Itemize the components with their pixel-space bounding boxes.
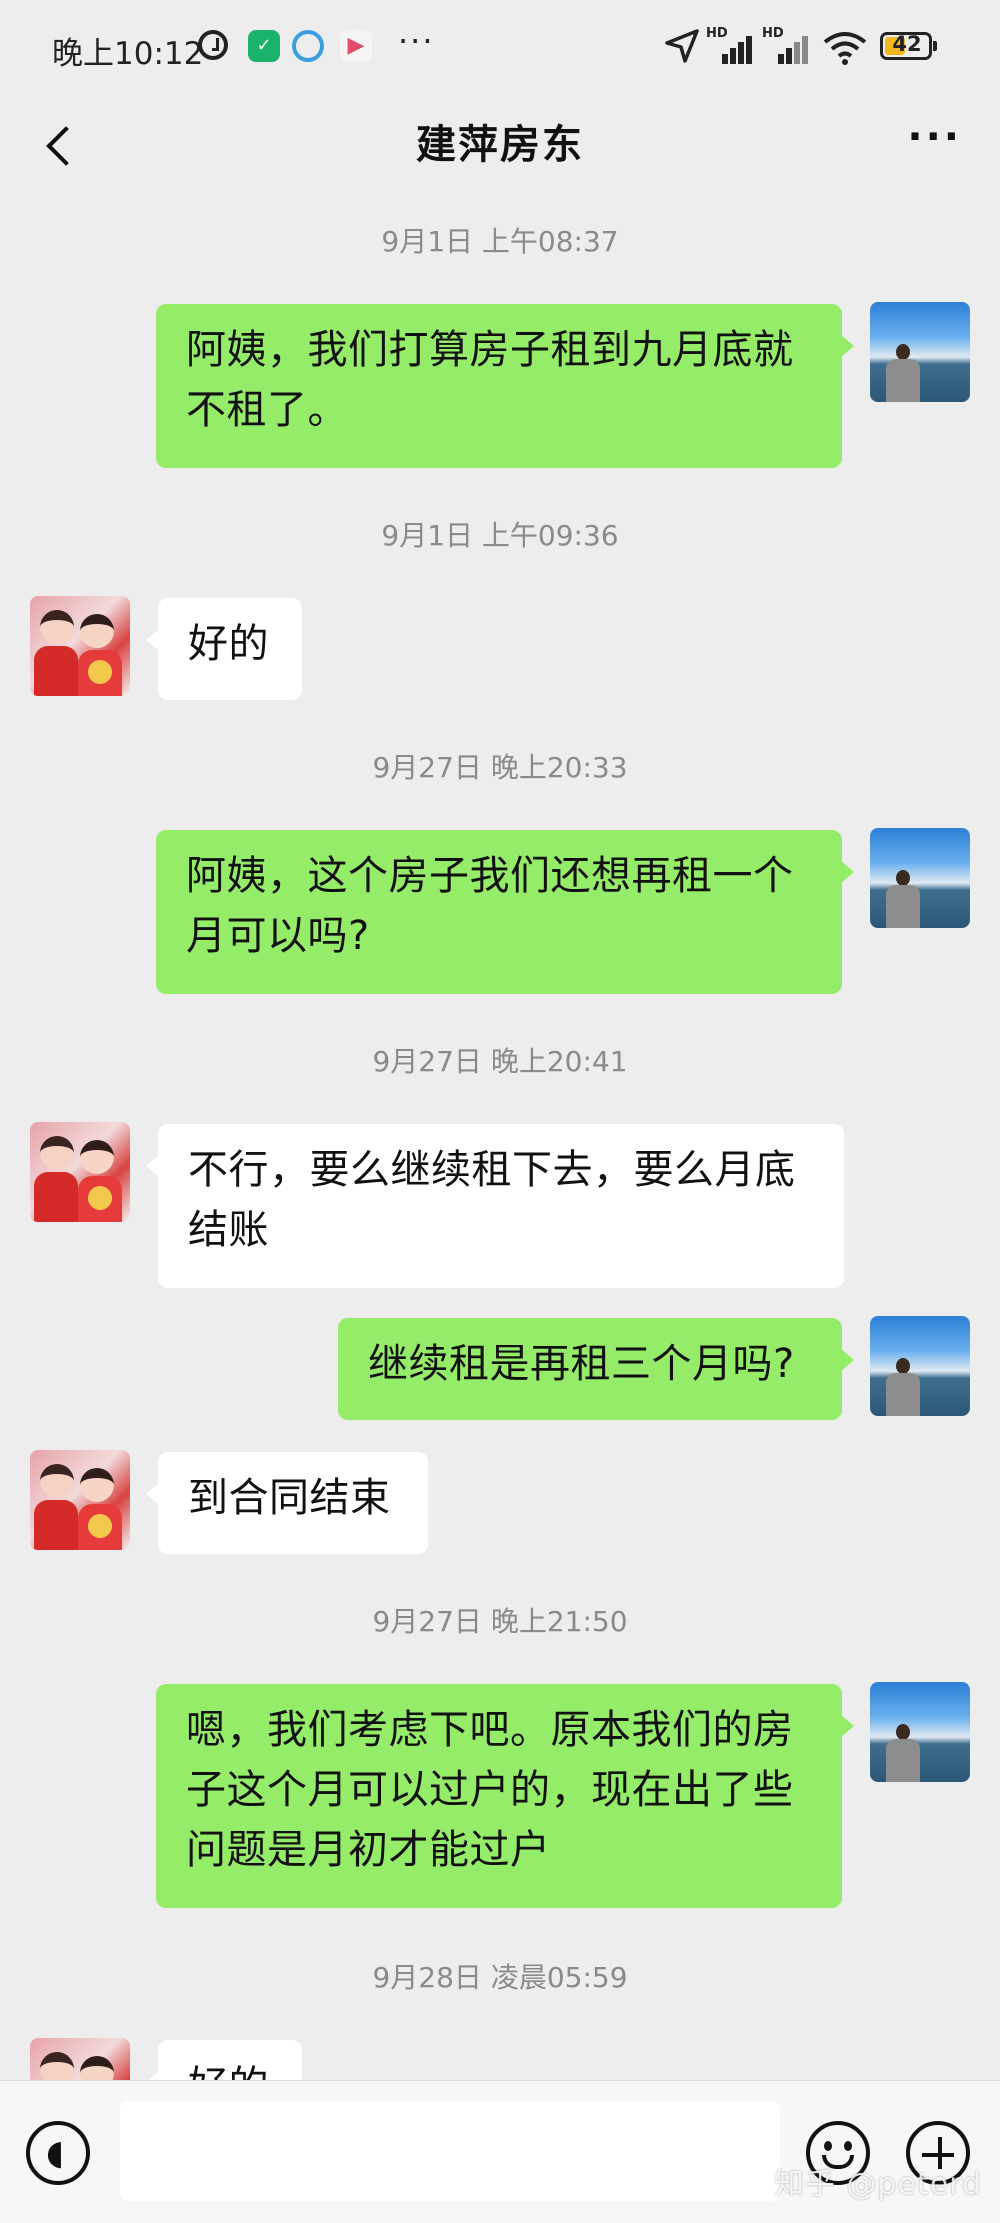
status-time: 晚上10:12 [52, 36, 204, 72]
timestamp: 9月27日 晚上21:50 [372, 1605, 628, 1638]
message-input[interactable] [120, 2101, 780, 2201]
message-bubble-sent[interactable]: 阿姨，我们打算房子租到九月底就不租了。 [156, 304, 854, 468]
message-bubble-received[interactable]: 到合同结束 [146, 1452, 428, 1554]
my-avatar[interactable] [870, 1316, 970, 1416]
input-bar: ◖ 知乎 @peterd [0, 2080, 1000, 2223]
message-bubble-sent[interactable]: 继续租是再租三个月吗? [338, 1318, 854, 1420]
timestamp: 9月1日 上午09:36 [381, 519, 619, 552]
chat-title: 建萍房东 [416, 122, 584, 168]
signal-icon: HD [706, 26, 754, 64]
landlord-avatar[interactable] [30, 1450, 130, 1550]
timestamp: 9月28日 凌晨05:59 [372, 1961, 628, 1994]
chat-header: 建萍房东 ··· [0, 96, 1000, 196]
search-app-icon [292, 30, 324, 62]
battery-level: 42 [892, 32, 922, 56]
signal-icon: HD [762, 26, 810, 64]
message-bubble-sent[interactable]: 阿姨，这个房子我们还想再租一个月可以吗? [156, 830, 854, 994]
landlord-avatar[interactable] [30, 1122, 130, 1222]
voice-icon[interactable]: ◖ [26, 2121, 90, 2185]
location-icon [665, 29, 699, 63]
my-avatar[interactable] [870, 1682, 970, 1782]
timestamp: 9月27日 晚上20:41 [372, 1045, 628, 1078]
security-app-icon: ✓ [248, 30, 280, 62]
landlord-avatar[interactable] [30, 596, 130, 696]
status-bar: 晚上10:12 ✓ ▶ ··· HD HD 42 [0, 0, 1000, 96]
alarm-icon [198, 30, 228, 60]
wifi-icon [823, 32, 867, 65]
message-bubble-received[interactable]: 不行，要么继续租下去，要么月底结账 [146, 1124, 844, 1288]
video-app-icon: ▶ [340, 30, 372, 62]
more-notifications-icon: ··· [398, 22, 435, 60]
my-avatar[interactable] [870, 828, 970, 928]
chat-history[interactable]: 9月1日 上午08:37 阿姨，我们打算房子租到九月底就不租了。 9月1日 上午… [0, 196, 1000, 2080]
message-bubble-sent[interactable]: 嗯，我们考虑下吧。原本我们的房子这个月可以过户的，现在出了些问题是月初才能过户 [156, 1684, 854, 1908]
more-options-button[interactable]: ··· [907, 114, 962, 160]
timestamp: 9月27日 晚上20:33 [372, 751, 628, 784]
message-bubble-received[interactable]: 好的 [146, 2040, 302, 2080]
message-bubble-received[interactable]: 好的 [146, 598, 302, 700]
landlord-avatar[interactable] [30, 2038, 130, 2080]
my-avatar[interactable] [870, 302, 970, 402]
timestamp: 9月1日 上午08:37 [381, 225, 619, 258]
watermark: 知乎 @peterd [773, 2167, 982, 2202]
battery-icon: 42 [880, 32, 937, 60]
